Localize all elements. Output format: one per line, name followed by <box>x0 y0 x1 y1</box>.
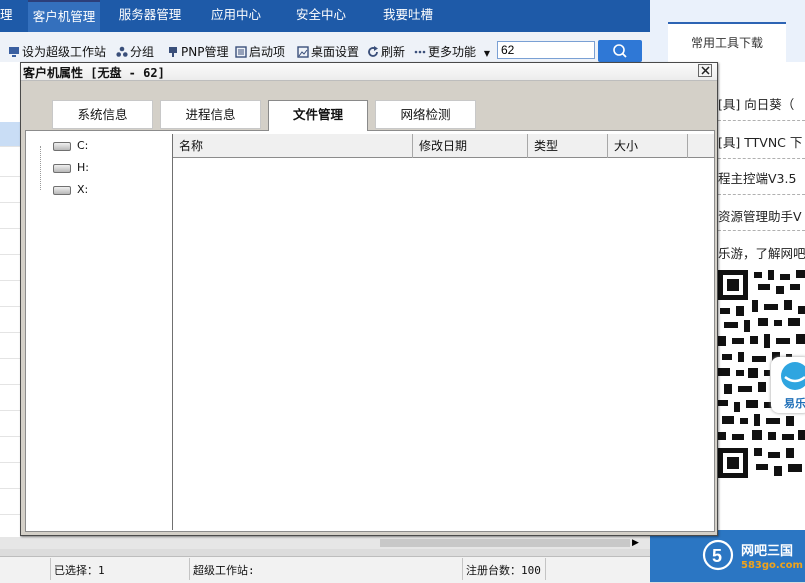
top-nav: 理 客户机管理 服务器管理 应用中心 安全中心 我要吐槽 <box>0 0 650 32</box>
tab-system-info[interactable]: 系统信息 <box>52 100 153 129</box>
close-button[interactable] <box>698 64 712 77</box>
tab-label: 网络检测 <box>400 107 451 122</box>
yile-logo-icon <box>781 362 805 390</box>
promo-text: 乐游，了解网吧 <box>718 246 805 261</box>
file-list[interactable] <box>172 134 714 530</box>
scroll-right-icon[interactable]: ▶ <box>632 538 639 548</box>
wangba-logo-icon: 5 <box>702 537 734 573</box>
drive-label: H: <box>77 161 89 174</box>
nav-tab-label: 服务器管理 <box>118 7 182 22</box>
tree-connector <box>40 146 41 190</box>
nav-tab-label: 应用中心 <box>210 7 261 22</box>
tool-link[interactable]: 程主控端V3.5 <box>718 168 796 187</box>
selected-row-highlight <box>0 122 20 146</box>
tab-file-management[interactable]: 文件管理 <box>268 100 368 131</box>
column-label: 名称 <box>179 139 204 153</box>
search-input[interactable] <box>497 41 595 59</box>
list-icon <box>235 46 247 58</box>
column-label: 大小 <box>614 139 639 153</box>
nav-tab-server-management[interactable]: 服务器管理 <box>112 0 188 32</box>
toolbar-label: PNP管理 <box>181 45 229 59</box>
column-modified-date[interactable]: 修改日期 <box>413 134 528 158</box>
toolbar-label: 刷新 <box>381 45 406 59</box>
nav-tab-client-management[interactable]: 客户机管理 <box>28 0 100 32</box>
nav-tab-label: 客户机管理 <box>32 9 96 24</box>
tab-label: 进程信息 <box>185 107 236 122</box>
column-label: 类型 <box>534 139 559 153</box>
selected-count: 已选择：1 <box>54 564 105 577</box>
refresh-icon <box>368 46 378 57</box>
yile-badge[interactable]: 易乐 <box>771 357 805 413</box>
drive-icon <box>53 185 71 195</box>
client-list <box>0 62 20 542</box>
column-name[interactable]: 名称 <box>173 134 413 158</box>
drive-label: X: <box>77 183 89 196</box>
column-size[interactable]: 大小 <box>608 134 688 158</box>
tab-label: 系统信息 <box>77 107 128 122</box>
brand-url[interactable]: 583go.com <box>741 560 803 571</box>
tab-process-info[interactable]: 进程信息 <box>160 100 261 129</box>
toolbar-label: 分组 <box>130 45 155 59</box>
tab-network-check[interactable]: 网络检测 <box>375 100 476 129</box>
drive-tree <box>27 132 172 530</box>
drive-x[interactable]: X: <box>53 183 88 196</box>
yile-label: 易乐 <box>784 397 805 410</box>
close-icon <box>701 66 710 75</box>
column-type[interactable]: 类型 <box>528 134 608 158</box>
nav-tab-label: 安全中心 <box>295 7 346 22</box>
nav-tab-feedback[interactable]: 我要吐槽 <box>375 0 441 32</box>
svg-text:5: 5 <box>712 546 722 566</box>
picture-icon <box>297 46 309 58</box>
group-button[interactable]: 分组 <box>116 44 154 60</box>
desktop-settings-button[interactable]: 桌面设置 <box>297 44 359 60</box>
search-button[interactable] <box>598 40 642 62</box>
tool-link[interactable]: [具] TTVNC 下 <box>718 132 802 151</box>
scrollbar-thumb[interactable] <box>380 539 630 547</box>
more-icon <box>414 50 426 54</box>
tab-common-tools-label: 常用工具下载 <box>690 36 763 50</box>
dialog-title: 客户机属性 [无盘 - 62] <box>23 66 165 80</box>
drive-icon <box>53 141 71 151</box>
column-label: 修改日期 <box>419 139 468 153</box>
nav-tab-app-center[interactable]: 应用中心 <box>203 0 269 32</box>
pnp-icon <box>169 47 177 57</box>
toolbar-label: 设为超级工作站 <box>22 45 107 59</box>
search-icon <box>613 44 627 58</box>
group-icon <box>116 46 128 57</box>
super-workstation-status: 超级工作站: <box>193 564 255 577</box>
more-functions-button[interactable]: 更多功能 ▼ <box>414 44 490 60</box>
drive-c[interactable]: C: <box>53 139 88 152</box>
tab-label: 文件管理 <box>292 107 343 122</box>
tool-link[interactable]: [具] 向日葵（ <box>718 94 794 113</box>
toolbar-label: 启动项 <box>249 45 286 59</box>
refresh-button[interactable]: 刷新 <box>367 44 405 60</box>
startup-items-button[interactable]: 启动项 <box>235 44 285 60</box>
chevron-down-icon: ▼ <box>483 49 490 58</box>
tool-link[interactable]: 资源管理助手V <box>718 206 802 225</box>
drive-icon <box>53 163 71 173</box>
nav-tab-partial[interactable]: 理 <box>0 0 20 32</box>
toolbar-label: 更多功能 <box>428 45 477 59</box>
drive-label: C: <box>77 139 89 152</box>
pnp-management-button[interactable]: PNP管理 <box>167 44 228 60</box>
toolbar-label: 桌面设置 <box>311 45 360 59</box>
nav-tab-security-center[interactable]: 安全中心 <box>288 0 354 32</box>
drive-h[interactable]: H: <box>53 161 89 174</box>
workstation-icon <box>9 47 19 57</box>
nav-tab-label: 理 <box>0 7 13 22</box>
set-super-workstation-button[interactable]: 设为超级工作站 <box>8 44 106 60</box>
brand-name: 网吧三国 <box>741 544 794 559</box>
registered-count: 注册台数：100 <box>466 564 541 577</box>
nav-tab-label: 我要吐槽 <box>382 7 433 22</box>
